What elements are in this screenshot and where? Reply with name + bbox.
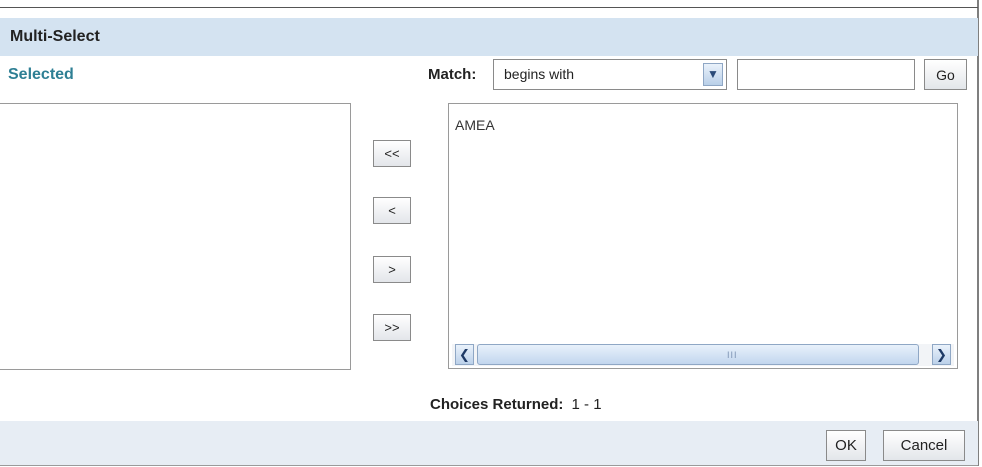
match-label: Match: [428,66,477,83]
dialog-title: Multi-Select [10,28,100,45]
chevron-left-icon[interactable]: ❮ [455,344,474,365]
chevron-right-icon[interactable]: ❯ [932,344,951,365]
add-all-button[interactable]: >> [373,314,411,341]
add-button[interactable]: > [373,256,411,283]
choices-returned-value: 1 - 1 [571,396,602,413]
selected-label: Selected [8,66,74,83]
scrollbar-grip: III [727,350,738,360]
selected-list[interactable] [0,103,351,370]
remove-all-button[interactable]: << [373,140,411,167]
horizontal-scrollbar[interactable]: ❮ III ❯ [452,344,954,366]
go-button[interactable]: Go [924,59,967,90]
ok-button[interactable]: OK [826,430,866,461]
top-divider [0,7,978,8]
chevron-down-icon[interactable]: ▼ [703,63,723,86]
cancel-button[interactable]: Cancel [883,430,965,461]
choices-list[interactable]: AMEA ❮ III ❯ [448,103,958,369]
choices-returned: Choices Returned: 1 - 1 [430,396,602,413]
scrollbar-thumb[interactable]: III [477,344,919,365]
search-input[interactable] [737,59,915,90]
title-bar: Multi-Select [0,18,978,56]
list-item[interactable]: AMEA [455,117,495,133]
choices-returned-label: Choices Returned: [430,396,564,413]
match-mode-select[interactable]: begins with ▼ [493,59,727,90]
match-mode-value: begins with [504,66,575,82]
remove-button[interactable]: < [373,197,411,224]
